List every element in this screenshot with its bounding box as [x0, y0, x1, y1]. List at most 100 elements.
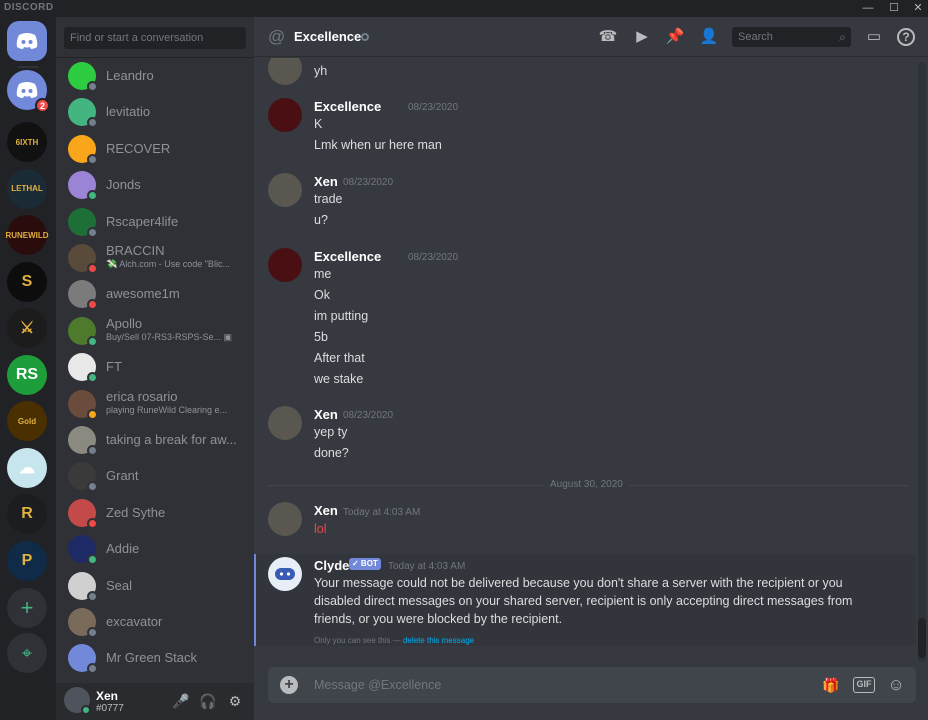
message-avatar[interactable] [268, 248, 302, 282]
dm-status-icon [87, 554, 98, 566]
maximize-icon[interactable]: ☐ [882, 0, 906, 17]
delete-message-link[interactable]: delete this message [403, 636, 474, 645]
dm-item[interactable]: Leandro [56, 58, 254, 94]
ephemeral-note-text: Only you can see this — [314, 636, 401, 645]
message-author[interactable]: Excellence [314, 99, 381, 114]
at-icon: @ [268, 27, 286, 46]
message-avatar[interactable] [268, 173, 302, 207]
server-icon[interactable]: ⚔ [7, 308, 47, 348]
dm-item[interactable]: Rscaper4life [56, 204, 254, 240]
microphone-icon[interactable]: 🎤 [172, 692, 190, 710]
message-text: yep ty [314, 425, 348, 439]
dm-item[interactable]: awesome1m [56, 276, 254, 312]
dm-item[interactable]: RECOVER [56, 131, 254, 167]
emoji-icon[interactable]: ☺ [886, 675, 906, 695]
dm-name: Leandro [106, 68, 154, 83]
message-text: yh [314, 64, 328, 78]
message-author[interactable]: Xen [314, 503, 338, 518]
upload-plus-icon[interactable]: + [280, 676, 298, 694]
gif-button[interactable]: GIF [853, 677, 875, 693]
message-composer[interactable]: + Message @Excellence 🎁 GIF ☺ [268, 667, 916, 703]
dm-item[interactable]: Zed Sythe [56, 495, 254, 531]
message-timestamp: 08/23/2020 [343, 410, 394, 421]
server-icon[interactable]: P [7, 540, 47, 581]
dm-item[interactable]: BRACCIN 💸 Alch.com - Use code "Blic... [56, 240, 254, 276]
rail-separator [18, 66, 38, 68]
scrollbar-thumb[interactable] [918, 618, 926, 658]
dm-status-icon [87, 408, 98, 420]
dm-item[interactable]: Seal [56, 568, 254, 604]
dm-item[interactable]: Jonds [56, 167, 254, 203]
message-scrollbar[interactable] [918, 62, 926, 662]
message-input[interactable]: Message @Excellence [314, 678, 441, 692]
message-avatar[interactable] [268, 406, 302, 440]
server-rail: 2 6IXTH LETHAL RUNEWILD S ⚔ RS Gold ☁ R P + ⌖ [0, 17, 56, 720]
home-button[interactable] [7, 21, 47, 61]
pinned-messages-icon[interactable]: 📌 [665, 27, 685, 47]
dm-status-icon [87, 117, 98, 129]
video-call-icon[interactable]: ▶ [632, 27, 652, 47]
server-icon[interactable]: LETHAL [7, 168, 47, 209]
dm-name: Grant [106, 468, 139, 484]
dm-item[interactable]: Apollo Buy/Sell 07-RS3-RSPS-Se... ▣ [56, 313, 254, 349]
message-timestamp: Today at 4:03 AM [343, 507, 421, 518]
server-icon[interactable]: Gold [7, 401, 47, 441]
message-text: we stake [314, 372, 364, 386]
dm-item[interactable]: erica rosario playing RuneWild Clearing e… [56, 386, 254, 422]
help-icon[interactable]: ? [897, 28, 915, 46]
server-icon[interactable]: RS [7, 354, 47, 395]
add-server-button[interactable]: + [7, 588, 47, 628]
dm-item[interactable]: Grant [56, 458, 254, 494]
message-text: Ok [314, 288, 330, 302]
headset-icon[interactable]: 🎧 [199, 692, 217, 710]
dm-item[interactable]: FT [56, 349, 254, 385]
message-author[interactable]: Xen [314, 174, 338, 189]
header-search-input[interactable]: Search ⌕ [732, 27, 851, 47]
dm-server-discord[interactable]: 2 [7, 70, 50, 113]
server-icon[interactable]: RUNEWILD [5, 215, 49, 255]
voice-call-icon[interactable]: ☎ [598, 27, 618, 47]
dm-item[interactable]: taking a break for aw... [56, 422, 254, 458]
dm-status-icon [87, 445, 98, 456]
gift-icon[interactable]: 🎁 [821, 675, 841, 695]
app-brand: DISCORD [4, 2, 54, 13]
message-avatar[interactable] [268, 58, 302, 85]
dm-status-icon [87, 226, 98, 238]
dm-item[interactable]: Mr Green Stack [56, 640, 254, 676]
dm-sidebar: Find or start a conversation Leandro levi… [56, 17, 254, 720]
server-icon[interactable]: ☁ [7, 447, 47, 488]
dm-name: Zed Sythe [106, 504, 166, 520]
dm-activity: playing RuneWild Clearing e... [106, 404, 228, 415]
clyde-avatar[interactable] [268, 557, 302, 591]
server-icon[interactable]: R [7, 494, 47, 534]
server-icon[interactable]: S [7, 261, 47, 302]
dm-status-icon [87, 372, 98, 384]
add-friend-icon[interactable]: 👤 [699, 27, 719, 47]
message-text: After that [314, 351, 365, 365]
settings-gear-icon[interactable]: ⚙ [226, 692, 244, 710]
dm-status-icon [87, 627, 98, 638]
dm-item[interactable]: levitatio [56, 94, 254, 130]
dm-name: Addie [106, 541, 140, 557]
explore-servers-button[interactable]: ⌖ [7, 633, 47, 673]
dm-item[interactable]: excavator [56, 604, 254, 640]
message-author[interactable]: Xen [314, 407, 338, 422]
dm-status-icon [87, 481, 98, 493]
inbox-icon[interactable]: ▭ [864, 27, 884, 47]
dm-name: FT [106, 359, 122, 375]
dm-search-input[interactable]: Find or start a conversation [64, 27, 246, 49]
message-avatar[interactable] [268, 98, 302, 132]
dm-status-icon [87, 263, 98, 274]
dm-name: RECOVER [106, 140, 171, 156]
server-icon[interactable]: 6IXTH [7, 122, 47, 162]
clyde-message-text: Your message could not be delivered beca… [314, 576, 853, 626]
message-text: u? [314, 213, 328, 227]
header-search-placeholder: Search [738, 31, 773, 43]
dm-item[interactable]: Addie [56, 531, 254, 567]
dm-status-icon [87, 190, 98, 202]
message-avatar[interactable] [268, 502, 302, 536]
minimize-icon[interactable]: — [856, 0, 880, 17]
message-author[interactable]: Excellence [314, 249, 381, 264]
message-author[interactable]: Clyde [314, 558, 349, 573]
close-icon[interactable]: ✕ [906, 0, 928, 17]
